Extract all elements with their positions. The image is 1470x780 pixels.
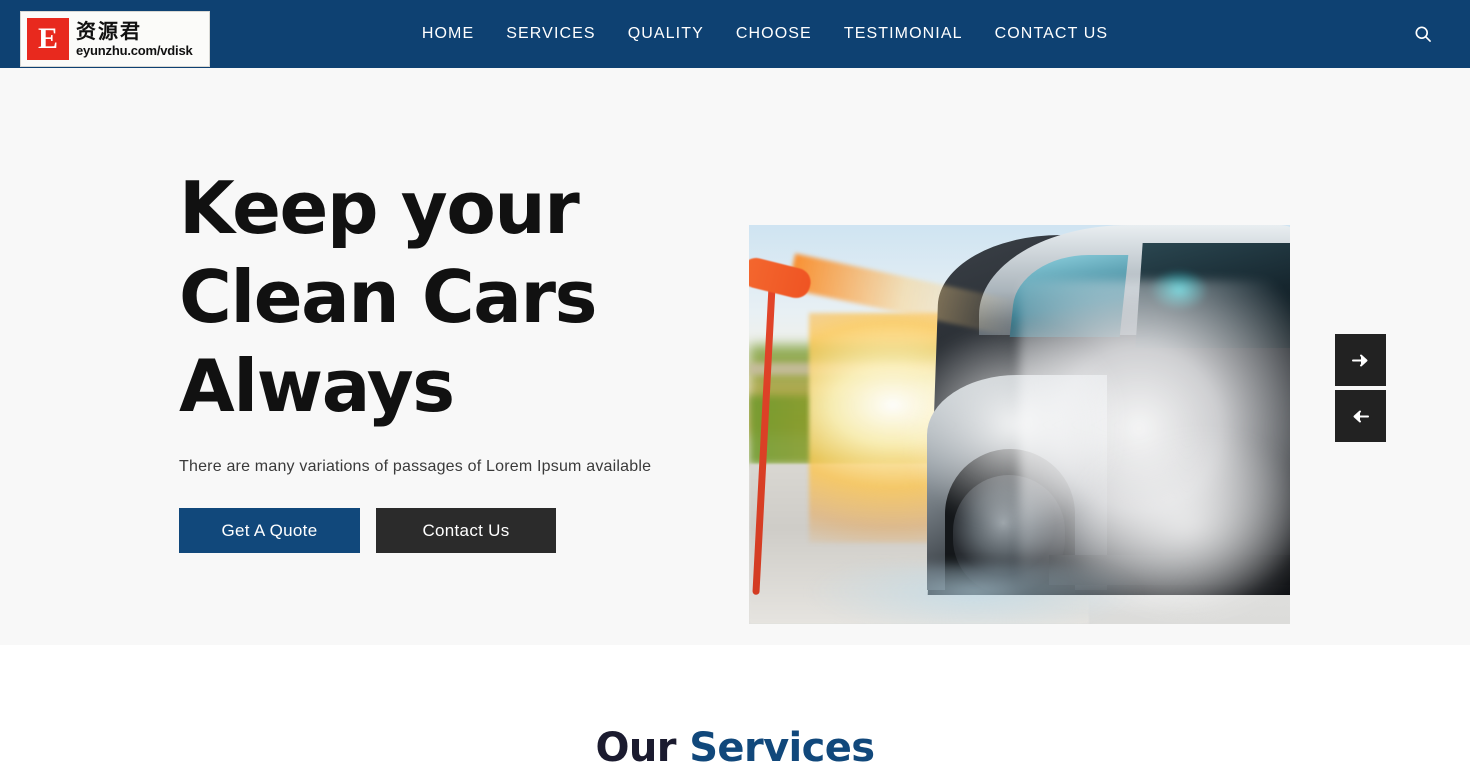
hero-actions: Get A Quote Contact Us [179, 508, 739, 553]
services-title-prefix: Our [595, 725, 690, 771]
hero-title-line-3: Always [179, 344, 455, 428]
hero-title-line-2: Clean Cars [179, 255, 597, 339]
logo-text: 资源君 eyunzhu.com/vdisk [76, 19, 193, 59]
logo-url-text: eyunzhu.com/vdisk [76, 43, 193, 58]
logo-mark-letter: E [29, 20, 67, 58]
search-button[interactable] [1410, 21, 1436, 47]
nav-item-services[interactable]: SERVICES [506, 25, 595, 43]
nav-item-testimonial[interactable]: TESTIMONIAL [844, 25, 963, 43]
logo-watermark[interactable]: E 资源君 eyunzhu.com/vdisk [20, 11, 210, 67]
hero-slider-navigation [1335, 334, 1386, 442]
contact-us-button[interactable]: Contact Us [376, 508, 556, 553]
slider-prev-button[interactable] [1335, 390, 1386, 442]
hero-section: Keep your Clean Cars Always There are ma… [0, 68, 1470, 645]
main-navigation: HOME SERVICES QUALITY CHOOSE TESTIMONIAL… [362, 25, 1108, 43]
hero-subtitle: There are many variations of passages of… [179, 458, 652, 475]
logo-mark-icon: E [27, 18, 69, 60]
services-section: Our Services [0, 645, 1470, 780]
nav-item-choose[interactable]: CHOOSE [736, 25, 812, 43]
nav-item-quality[interactable]: QUALITY [628, 25, 704, 43]
get-a-quote-button[interactable]: Get A Quote [179, 508, 360, 553]
hero-title-line-1: Keep your [179, 166, 580, 250]
nav-item-contact-us[interactable]: CONTACT US [995, 25, 1109, 43]
logo-chinese-text: 资源君 [76, 19, 142, 43]
hero-copy: Keep your Clean Cars Always There are ma… [179, 164, 739, 553]
arrow-left-icon [1353, 410, 1369, 422]
hero-title: Keep your Clean Cars Always [179, 164, 739, 431]
services-section-title: Our Services [595, 725, 875, 780]
services-title-accent: Services [689, 725, 875, 771]
nav-item-home[interactable]: HOME [422, 25, 474, 43]
arrow-right-icon [1352, 354, 1368, 366]
hero-image-foam [809, 564, 1139, 624]
search-icon [1415, 26, 1431, 42]
hero-image-car-wash [749, 225, 1290, 624]
site-header: E 资源君 eyunzhu.com/vdisk HOME SERVICES QU… [0, 0, 1470, 68]
slider-next-button[interactable] [1335, 334, 1386, 386]
